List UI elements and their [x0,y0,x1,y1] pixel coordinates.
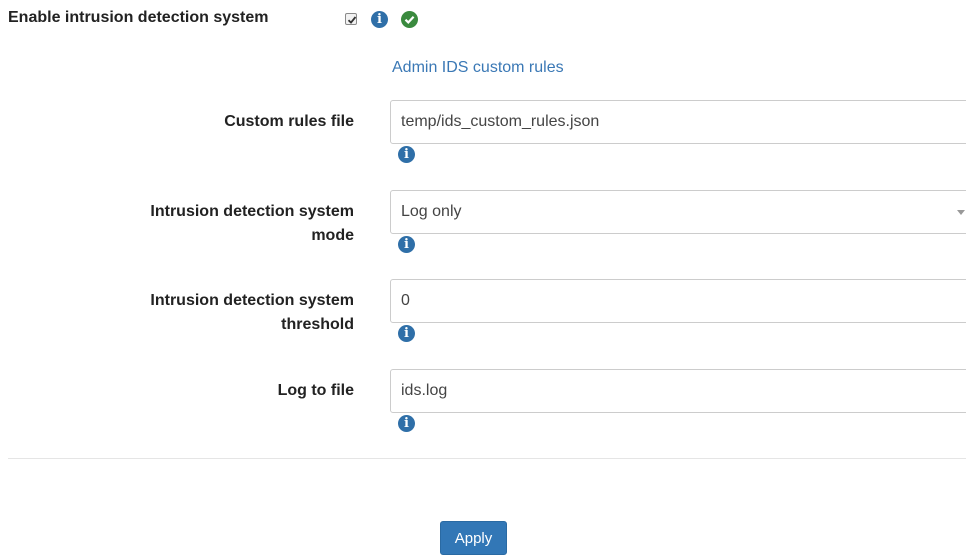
admin-ids-custom-rules-link[interactable]: Admin IDS custom rules [392,58,564,78]
custom-rules-file-label: Custom rules file [224,113,354,130]
checkmark-icon [347,16,357,24]
ids-mode-label: Intrusion detection system mode [54,200,354,248]
info-icon[interactable]: i [371,11,388,28]
ids-mode-select[interactable]: Log only [390,190,966,234]
chevron-down-icon[interactable] [957,210,965,215]
ids-threshold-label: Intrusion detection system threshold [54,289,354,337]
log-to-file-value: ids.log [401,382,448,399]
apply-button[interactable]: Apply [440,521,507,555]
enable-ids-label: Enable intrusion detection system [8,9,269,26]
ids-threshold-input[interactable]: 0 [390,279,966,323]
log-to-file-label: Log to file [277,382,354,399]
ids-mode-value: Log only [401,203,462,220]
ids-threshold-label-line1: Intrusion detection system [150,292,354,309]
ids-mode-label-line2: mode [311,227,354,244]
enable-ids-checkbox[interactable] [345,13,357,25]
info-icon[interactable]: i [398,415,415,432]
custom-rules-file-input[interactable]: temp/ids_custom_rules.json [390,100,966,144]
ids-mode-label-line1: Intrusion detection system [150,203,354,220]
ids-threshold-label-line2: threshold [281,316,354,333]
custom-rules-file-value: temp/ids_custom_rules.json [401,113,600,130]
info-icon[interactable]: i [398,325,415,342]
info-icon[interactable]: i [398,146,415,163]
form-divider [8,458,966,459]
log-to-file-input[interactable]: ids.log [390,369,966,413]
check-circle-icon [401,11,418,28]
ids-threshold-value: 0 [401,292,410,309]
info-icon[interactable]: i [398,236,415,253]
